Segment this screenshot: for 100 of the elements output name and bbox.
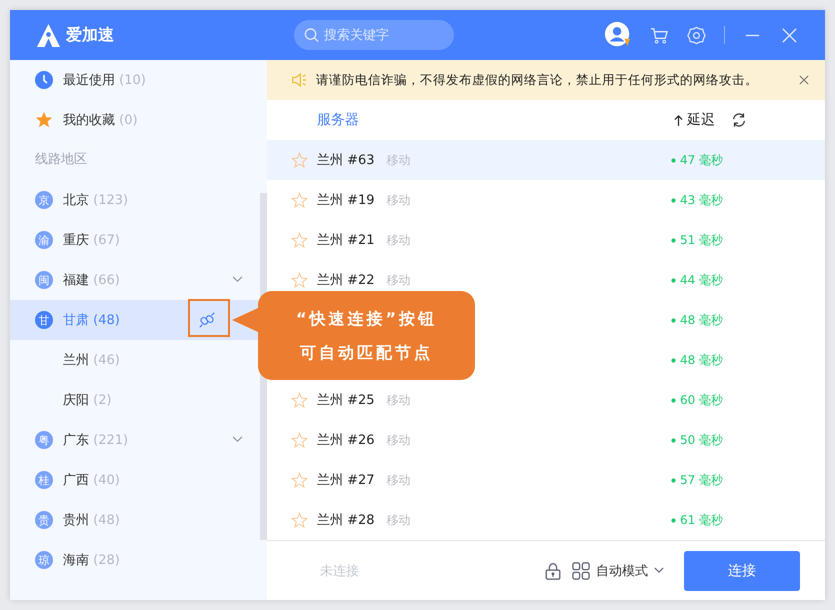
latency-value: 43 毫秒 — [680, 192, 724, 208]
carrier-label: 移动 — [386, 432, 411, 448]
sidebar-item[interactable]: 渝 重庆 (67) — [10, 220, 260, 260]
latency-value: 51 毫秒 — [680, 232, 724, 248]
carrier-label: 移动 — [386, 472, 411, 488]
server-name: 兰州 #26 — [317, 432, 375, 449]
clock-icon — [35, 71, 53, 89]
connection-status: 未连接 — [320, 562, 359, 580]
sidebar-item[interactable]: 兰州 (46) — [10, 340, 260, 380]
section-heading: 线路地区 — [34, 151, 88, 169]
sidebar-item[interactable]: 贵 贵州 (48) — [10, 500, 260, 540]
sidebar-item[interactable]: 最近使用 (10) — [10, 60, 260, 100]
region-badge: 粤 — [35, 431, 53, 449]
server-name: 兰州 #22 — [317, 272, 375, 289]
avatar-icon[interactable] — [604, 21, 632, 49]
logo-icon — [36, 22, 61, 48]
search-field[interactable]: 搜索关键字 — [294, 20, 454, 50]
star-outline-icon[interactable] — [291, 272, 308, 288]
carrier-label: 移动 — [386, 232, 411, 248]
region-badge: 京 — [35, 191, 53, 209]
close-icon[interactable] — [799, 75, 809, 85]
latency-value: 50 毫秒 — [680, 432, 724, 448]
latency-value: 48 毫秒 — [680, 312, 724, 328]
star-outline-icon[interactable] — [291, 432, 308, 448]
latency-value: 48 毫秒 — [680, 352, 724, 368]
connect-button[interactable]: 连接 — [684, 550, 800, 590]
settings-icon[interactable] — [687, 26, 706, 44]
refresh-icon[interactable] — [731, 112, 747, 128]
region-badge: 闽 — [35, 271, 53, 289]
status-dot-icon — [671, 238, 676, 242]
status-dot-icon — [671, 398, 676, 402]
status-dot-icon — [671, 478, 676, 482]
latency-value: 47 毫秒 — [680, 152, 724, 168]
column-header[interactable]: 服务器 — [317, 111, 359, 129]
region-badge: 渝 — [35, 231, 53, 249]
close-icon[interactable] — [780, 26, 799, 44]
sidebar-item[interactable]: 粤 广东 (221) — [10, 420, 260, 460]
server-name: 兰州 #28 — [317, 512, 375, 529]
server-row[interactable]: 兰州 #28 移动 61 毫秒 — [267, 500, 825, 540]
speaker-icon — [291, 73, 308, 87]
carrier-label: 移动 — [386, 392, 411, 408]
sidebar-item[interactable]: 闽 福建 (66) — [10, 260, 260, 300]
carrier-label: 移动 — [386, 272, 411, 288]
latency-value: 57 毫秒 — [680, 472, 724, 488]
mode-dropdown[interactable]: 自动模式 — [596, 562, 648, 580]
latency-value: 44 毫秒 — [680, 272, 724, 288]
latency-value: 60 毫秒 — [680, 392, 724, 408]
search-input[interactable]: 搜索关键字 — [324, 28, 444, 42]
server-row[interactable]: 兰州 #25 移动 60 毫秒 — [267, 380, 825, 420]
sidebar-item[interactable]: 甘 甘肃 (48) — [10, 300, 260, 340]
highlight-frame — [188, 299, 230, 337]
sidebar-item[interactable]: 桂 广西 (40) — [10, 460, 260, 500]
chevron-down-icon[interactable] — [232, 436, 243, 443]
server-row[interactable]: 兰州 #21 移动 51 毫秒 — [267, 220, 825, 260]
star-outline-icon[interactable] — [291, 192, 308, 208]
chevron-down-icon[interactable] — [232, 276, 243, 283]
server-name: 兰州 #63 — [317, 152, 375, 169]
region-badge: 贵 — [35, 511, 53, 529]
server-name: 兰州 #27 — [317, 472, 375, 489]
sidebar-item[interactable]: 庆阳 (2) — [10, 380, 260, 420]
star-outline-icon[interactable] — [291, 472, 308, 488]
app-name: 爱加速 — [66, 24, 114, 46]
star-outline-icon[interactable] — [291, 392, 308, 408]
quick-connect-icon[interactable] — [198, 311, 216, 329]
callout-text: “快速连接”按钮 可自动匹配节点 — [296, 308, 438, 364]
star-outline-icon[interactable] — [291, 512, 308, 528]
server-name: 兰州 #19 — [317, 192, 375, 209]
server-row[interactable]: 兰州 #19 移动 43 毫秒 — [267, 180, 825, 220]
latency-value: 61 毫秒 — [680, 512, 724, 528]
status-dot-icon — [671, 438, 676, 442]
chevron-down-icon[interactable] — [654, 567, 664, 574]
server-name: 兰州 #21 — [317, 232, 375, 249]
lock-icon[interactable] — [544, 562, 562, 580]
server-row[interactable]: 兰州 #22 移动 44 毫秒 — [267, 260, 825, 300]
server-name: 兰州 #25 — [317, 392, 375, 409]
grid-icon — [572, 562, 590, 580]
server-row[interactable]: 兰州 #27 移动 57 毫秒 — [267, 460, 825, 500]
sidebar-item[interactable]: 琼 海南 (28) — [10, 540, 260, 580]
carrier-label: 移动 — [386, 512, 411, 528]
status-dot-icon — [671, 518, 676, 522]
search-icon — [304, 27, 319, 43]
status-dot-icon — [671, 278, 676, 282]
carrier-label: 移动 — [386, 152, 411, 168]
star-outline-icon[interactable] — [291, 232, 308, 248]
region-badge: 琼 — [35, 551, 53, 569]
server-row[interactable]: 兰州 #26 移动 50 毫秒 — [267, 420, 825, 460]
column-header[interactable]: 延迟 — [687, 111, 715, 129]
star-outline-icon[interactable] — [291, 152, 308, 168]
sidebar-item[interactable]: 我的收藏 (0) — [10, 100, 260, 140]
sidebar-item[interactable]: 京 北京 (123) — [10, 180, 260, 220]
region-badge: 桂 — [35, 471, 53, 489]
server-row[interactable]: 兰州 #63 移动 47 毫秒 — [267, 140, 825, 180]
carrier-label: 移动 — [386, 192, 411, 208]
sort-arrow-icon — [674, 114, 683, 126]
status-dot-icon — [671, 318, 676, 322]
cart-icon[interactable] — [650, 26, 669, 44]
status-dot-icon — [671, 158, 676, 162]
region-badge: 甘 — [35, 311, 53, 329]
status-dot-icon — [671, 198, 676, 202]
notice-text: 请谨防电信诈骗，不得发布虚假的网络言论，禁止用于任何形式的网络攻击。 — [316, 72, 759, 88]
